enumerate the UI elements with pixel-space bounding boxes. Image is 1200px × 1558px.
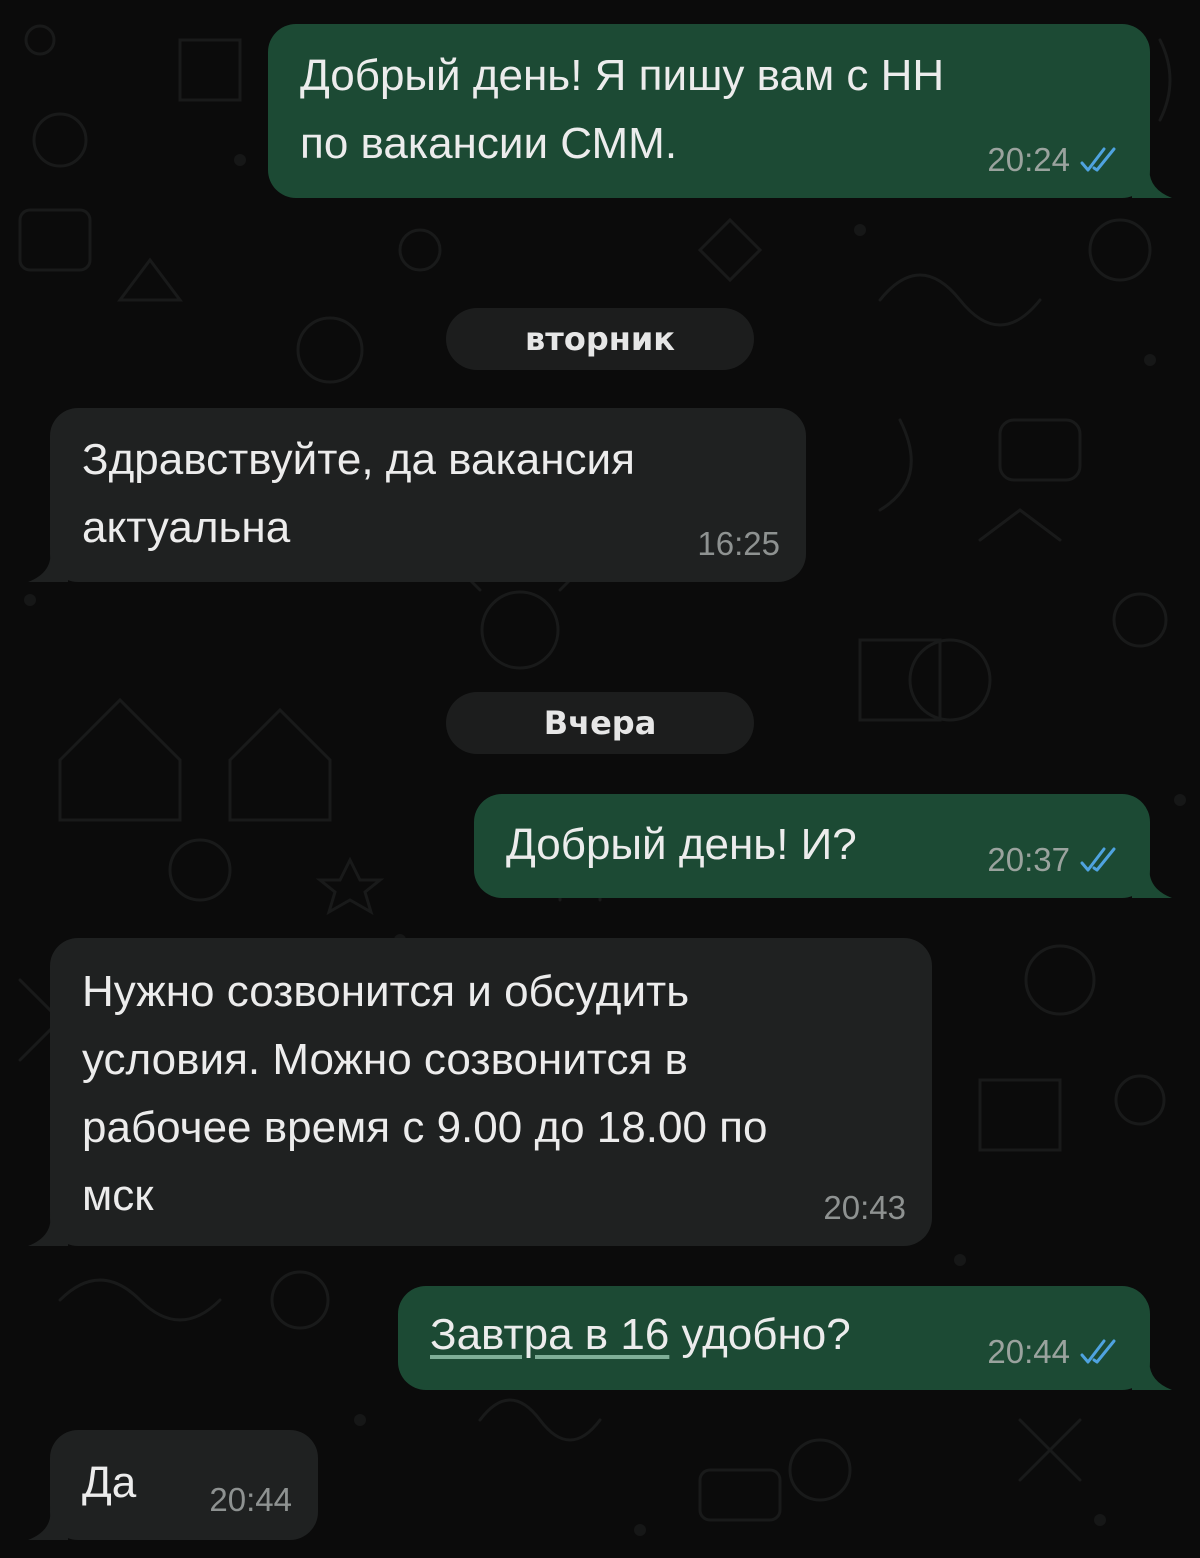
message-bubble-incoming[interactable]: Да 20:44 (28, 1430, 318, 1540)
message-bubble-outgoing[interactable]: Завтра в 16 удобно? 20:44 (398, 1286, 1172, 1390)
date-time-link[interactable]: Завтра в 16 (430, 1310, 669, 1359)
bubble-tail (1132, 1356, 1172, 1390)
message-meta: 16:25 (697, 524, 780, 564)
message-meta: 20:44 (987, 1332, 1124, 1372)
message-text: Завтра в 16 удобно? (430, 1302, 851, 1368)
message-bubble-outgoing[interactable]: Добрый день! Я пишу вам с НН по вакансии… (268, 24, 1172, 198)
message-text: Добрый день! Я пишу вам с НН по вакансии… (300, 51, 945, 168)
message-bubble-incoming[interactable]: Нужно созвонится и обсудить условия. Мож… (28, 938, 932, 1246)
chat-area[interactable]: Добрый день! Я пишу вам с НН по вакансии… (0, 0, 1200, 1558)
message-meta: 20:37 (987, 840, 1124, 880)
bubble-tail (1132, 164, 1172, 198)
double-check-icon (1078, 845, 1124, 875)
message-time: 16:25 (697, 525, 780, 562)
date-separator: Вчера (446, 692, 754, 754)
message-text-rest: удобно? (669, 1310, 851, 1359)
bubble-tail (1132, 864, 1172, 898)
message-meta: 20:44 (209, 1480, 292, 1520)
message-time: 20:44 (209, 1481, 292, 1518)
bubble-tail (28, 1506, 68, 1540)
message-meta: 20:24 (987, 140, 1124, 180)
message-text: Здравствуйте, да вакансия актуальна (82, 435, 635, 552)
message-text: Да (82, 1458, 137, 1507)
message-time: 20:44 (987, 1333, 1070, 1370)
message-text: Нужно созвонится и обсудить условия. Мож… (82, 967, 768, 1220)
message-time: 20:37 (987, 841, 1070, 878)
message-bubble-outgoing[interactable]: Добрый день! И? 20:37 (474, 794, 1172, 898)
double-check-icon (1078, 1337, 1124, 1367)
message-text: Добрый день! И? (506, 820, 857, 869)
message-time: 20:24 (987, 141, 1070, 178)
double-check-icon (1078, 145, 1124, 175)
message-meta: 20:43 (823, 1188, 906, 1228)
bubble-tail (28, 548, 68, 582)
date-separator: вторник (446, 308, 754, 370)
bubble-tail (28, 1212, 68, 1246)
message-bubble-incoming[interactable]: Здравствуйте, да вакансия актуальна 16:2… (28, 408, 806, 582)
message-time: 20:43 (823, 1189, 906, 1226)
